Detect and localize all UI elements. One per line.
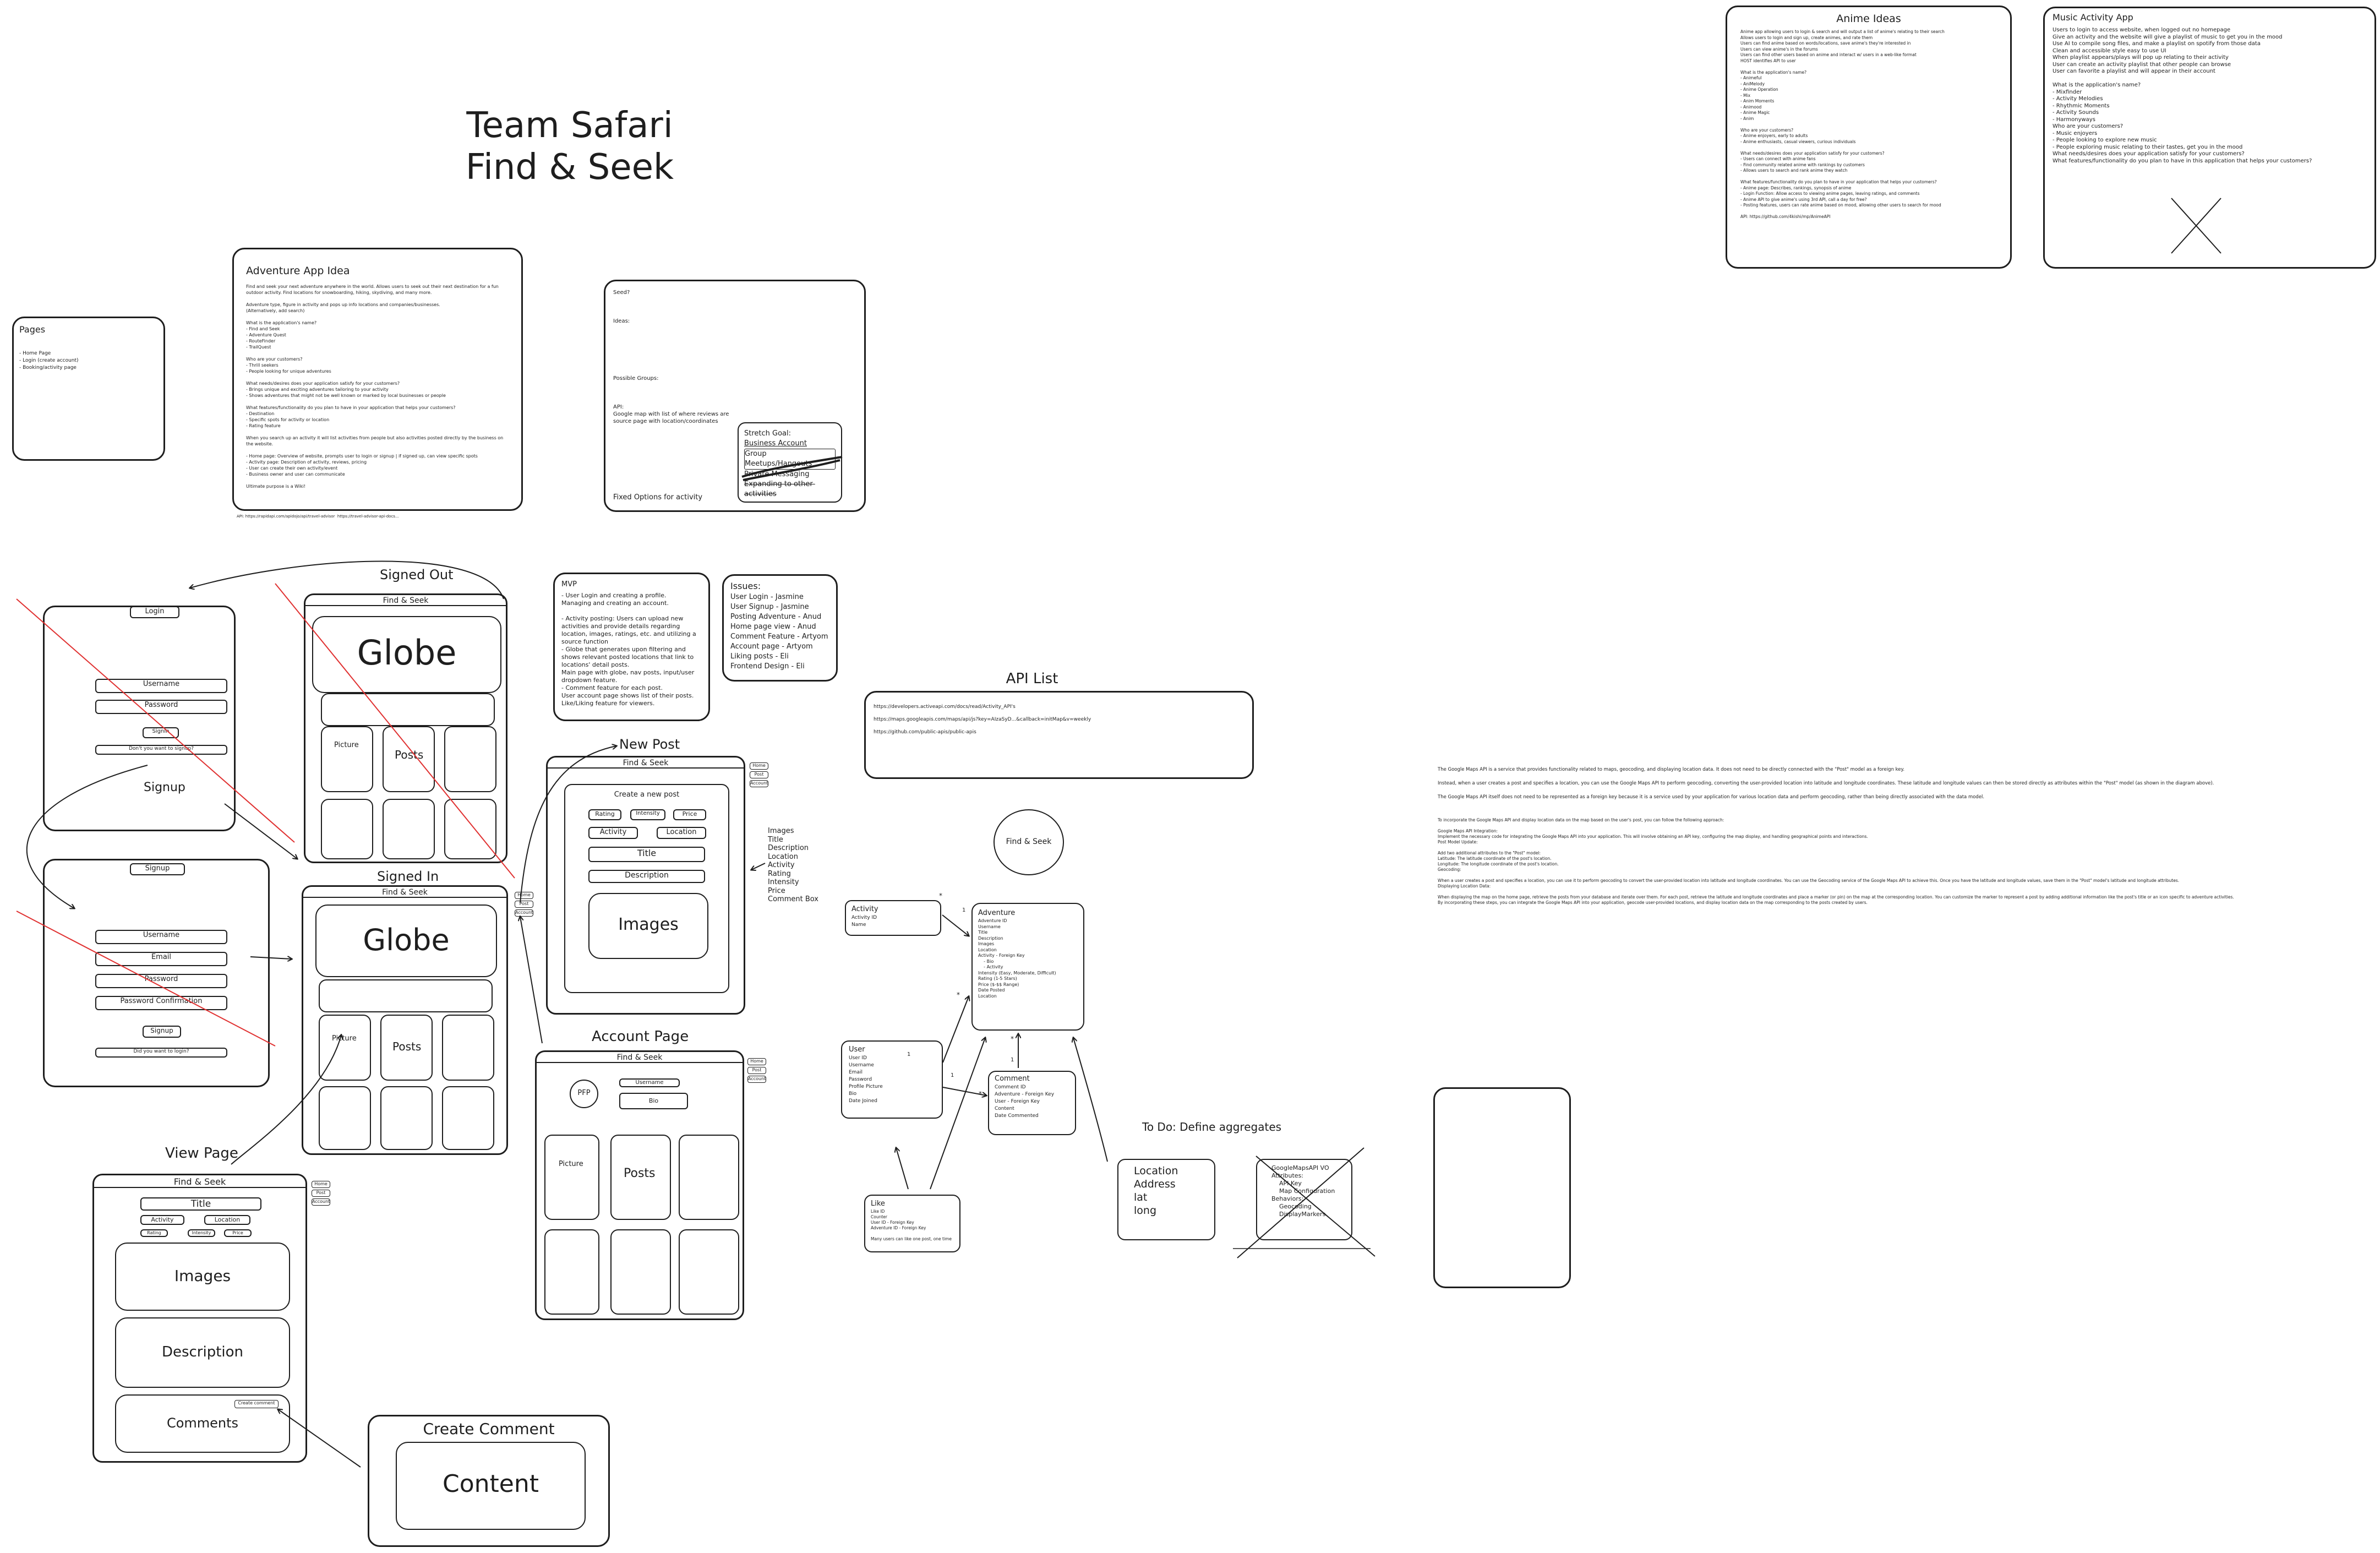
- create-comment-to-view-arrow: [278, 1409, 361, 1468]
- field-list-to-new-post-arrow: [751, 863, 766, 870]
- erd-like-to-adventure-line: [930, 1038, 985, 1190]
- erd-card-many-4: *: [1011, 1035, 1014, 1043]
- connectors-layer: [16, 456, 1375, 1468]
- login-strike-line: [16, 598, 295, 843]
- erd-todo-to-adventure-line: [1073, 1038, 1108, 1162]
- view-page-to-signed-in-arrow: [231, 1035, 341, 1165]
- erd-card-3: 1: [951, 1072, 954, 1078]
- stretch-goal-scribble: [741, 456, 843, 481]
- erd-card-4: 1: [1011, 1057, 1014, 1063]
- login-to-signup-arrow: [26, 765, 148, 908]
- erd-card-2: 1: [907, 1051, 911, 1058]
- signed-out-strike-line: [275, 583, 515, 879]
- signed-in-to-new-post-arrow: [520, 746, 616, 903]
- erd-card-many-1: *: [939, 892, 942, 900]
- gmaps-x-line-1: [1237, 1147, 1364, 1258]
- erd-card-many-2: *: [957, 991, 960, 999]
- signed-in-to-account-arrow: [520, 917, 543, 1044]
- erd-card-many-3: *: [979, 1090, 982, 1098]
- gmaps-x-line-2: [1255, 1156, 1375, 1257]
- signed-out-to-login-arrow: [190, 560, 504, 600]
- erd-activity-to-adventure-line: [942, 914, 969, 936]
- signup-to-signed-in-arrow: [250, 957, 292, 959]
- erd-card-1: 1: [962, 907, 966, 913]
- login-to-signed-in-arrow: [224, 803, 297, 859]
- signup-strike-line: [16, 911, 276, 1047]
- erd-like-to-user-line: [896, 1148, 909, 1190]
- erd-user-to-adventure-line: [942, 996, 969, 1063]
